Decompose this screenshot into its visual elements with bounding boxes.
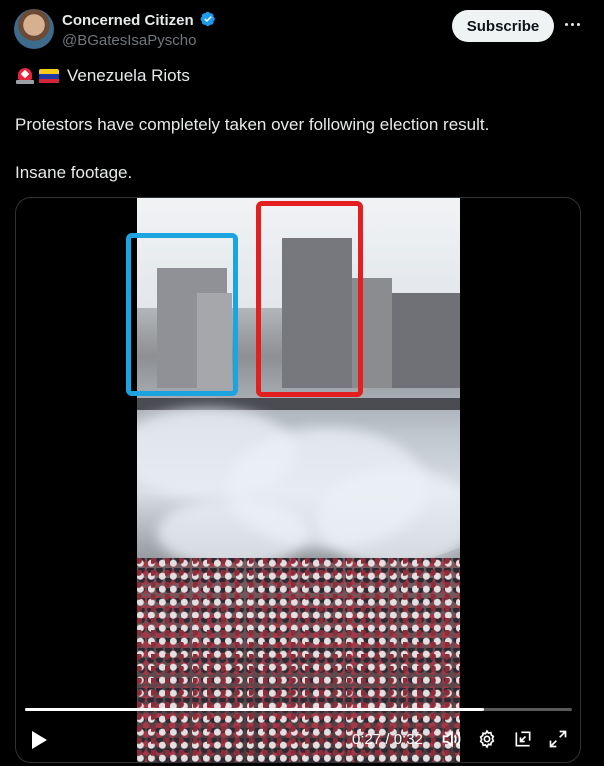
fullscreen-icon[interactable] — [547, 728, 569, 750]
post-headline: Venezuela Riots — [67, 66, 190, 85]
play-icon[interactable] — [28, 728, 50, 752]
avatar[interactable] — [14, 9, 54, 49]
subscribe-button[interactable]: Subscribe — [452, 10, 554, 42]
highlight-box-blue — [126, 233, 238, 396]
volume-icon[interactable] — [440, 728, 462, 750]
video-progress-bar[interactable] — [25, 708, 572, 711]
picture-in-picture-icon[interactable] — [512, 728, 534, 750]
author-name[interactable]: Concerned Citizen — [62, 12, 194, 29]
venezuela-flag-icon — [39, 68, 59, 84]
video-time: 0:27 / 0:32 — [352, 731, 423, 748]
police-light-icon — [15, 67, 35, 85]
video-progress-fill — [25, 708, 485, 711]
post-text-line-2: Protestors have completely taken over fo… — [15, 115, 490, 134]
author-handle[interactable]: @BGatesIsaPyscho — [62, 32, 196, 49]
post-text-line-1: Venezuela Riots — [15, 66, 190, 86]
highlight-box-red — [256, 201, 363, 397]
post-text-line-3: Insane footage. — [15, 163, 133, 182]
gear-icon[interactable] — [476, 728, 498, 750]
more-icon[interactable] — [562, 14, 582, 34]
verified-badge-icon — [200, 11, 215, 27]
video-player[interactable]: 0:27 / 0:32 — [15, 197, 581, 763]
